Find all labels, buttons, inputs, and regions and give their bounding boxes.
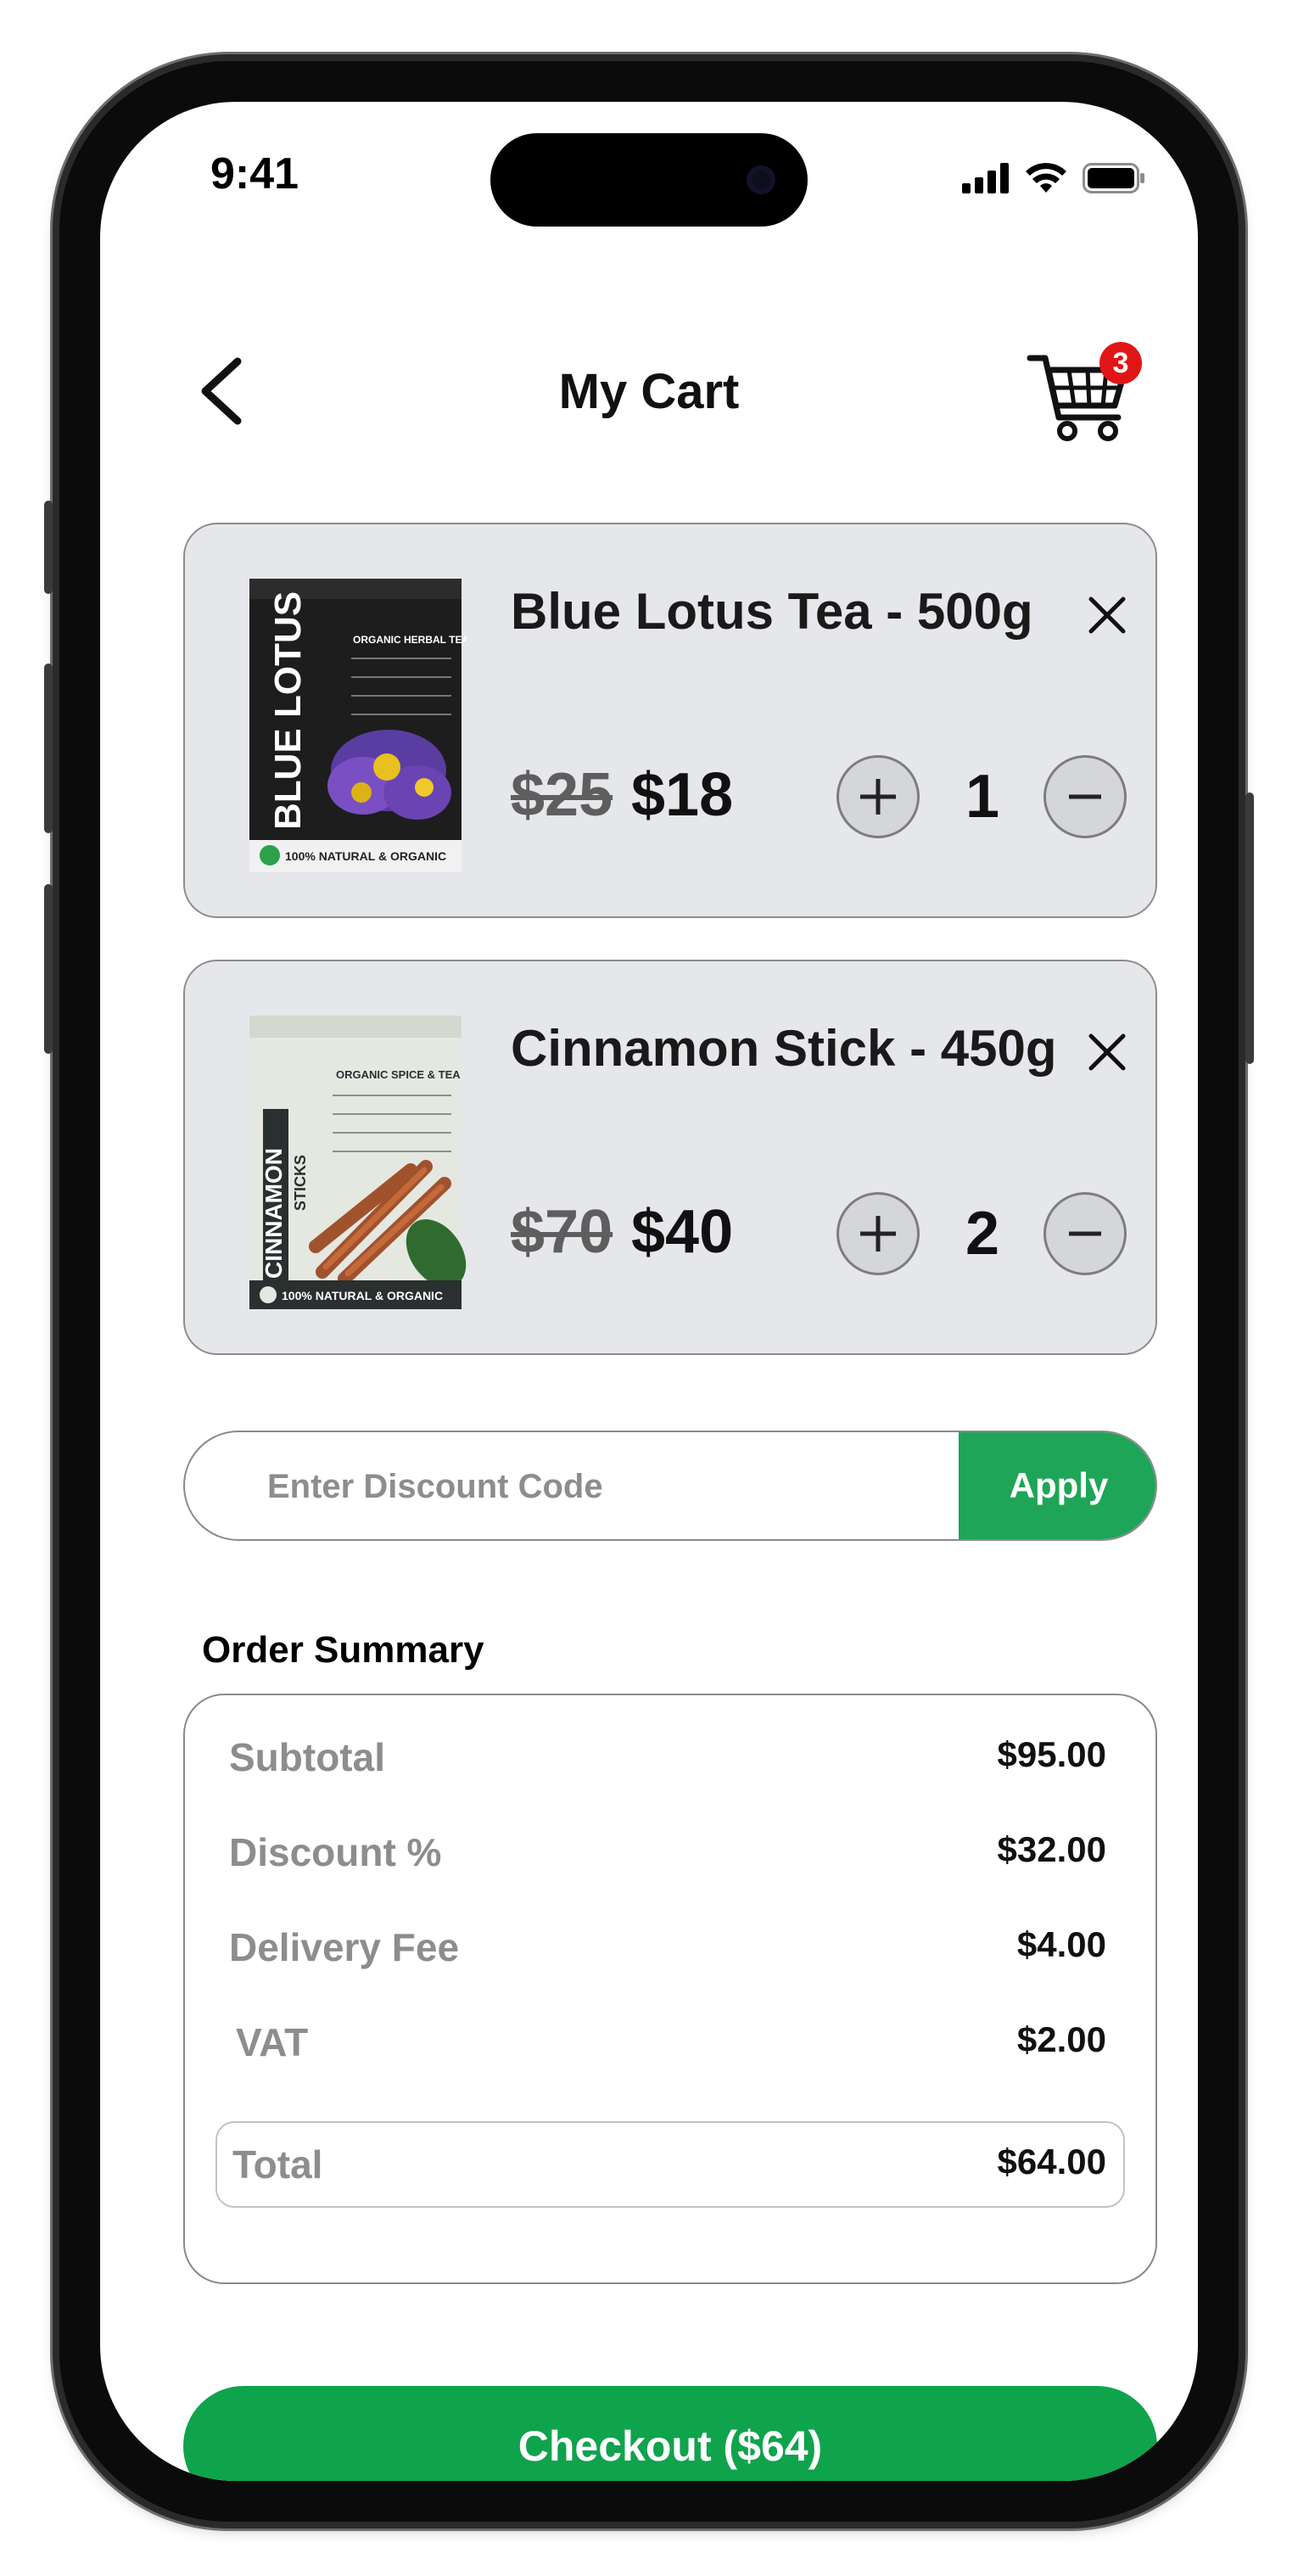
plus-icon xyxy=(860,1216,896,1252)
checkout-button[interactable]: Checkout ($64) xyxy=(183,2386,1157,2481)
close-icon xyxy=(1088,1033,1126,1071)
item-name: Cinnamon Stick - 450g xyxy=(511,1020,1057,1077)
original-price: $25 xyxy=(511,761,613,829)
phone-volume-down-button xyxy=(44,884,53,1054)
increase-quantity-button[interactable] xyxy=(836,1192,920,1275)
cart-count-badge: 3 xyxy=(1099,342,1142,384)
increase-quantity-button[interactable] xyxy=(836,755,920,838)
status-icons xyxy=(962,154,1145,202)
discount-value: $32.00 xyxy=(997,1829,1106,1869)
order-summary-heading: Order Summary xyxy=(202,1629,484,1671)
remove-item-button[interactable] xyxy=(1084,1029,1130,1075)
sale-price: $40 xyxy=(631,1198,734,1266)
battery-icon xyxy=(1083,163,1144,193)
screen: 9:41 My Cart 3 BLUE LOTUS ORGANIC HERBAL… xyxy=(100,102,1198,2481)
phone-volume-up-button xyxy=(44,664,53,833)
remove-item-button[interactable] xyxy=(1084,592,1130,638)
dynamic-island xyxy=(490,133,808,227)
package-brand: CINNAMON xyxy=(260,1148,287,1279)
phone-side-button xyxy=(44,501,53,594)
total-value: $64.00 xyxy=(997,2142,1106,2181)
status-time: 9:41 xyxy=(210,149,299,199)
vat-value: $2.00 xyxy=(1016,2019,1106,2059)
total-label: Total xyxy=(232,2142,323,2187)
sale-price: $18 xyxy=(631,761,734,829)
quantity-value: 1 xyxy=(965,763,1000,831)
signal-icon xyxy=(962,163,1009,193)
package-brand-sub: STICKS xyxy=(292,1155,309,1211)
camera-icon xyxy=(747,165,775,194)
package-brand: BLUE LOTUS xyxy=(267,591,309,830)
minus-icon xyxy=(1069,1231,1101,1236)
cart-item: BLUE LOTUS ORGANIC HERBAL TEA 100% NATUR… xyxy=(183,523,1157,918)
quantity-value: 2 xyxy=(965,1200,1000,1268)
minus-icon xyxy=(1069,794,1101,799)
cart-item: CINNAMON STICKS ORGANIC SPICE & TEA 100%… xyxy=(183,960,1157,1355)
vat-label: VAT xyxy=(236,2020,309,2064)
total-row xyxy=(215,2121,1125,2208)
discount-label: Discount % xyxy=(229,1830,442,1874)
package-headline: ORGANIC HERBAL TEA xyxy=(353,634,467,646)
subtotal-label: Subtotal xyxy=(229,1735,385,1779)
discount-code-input[interactable] xyxy=(266,1432,948,1539)
delivery-fee-value: $4.00 xyxy=(1016,1924,1106,1964)
product-image: BLUE LOTUS ORGANIC HERBAL TEA 100% NATUR… xyxy=(249,579,467,872)
phone-power-button xyxy=(1245,792,1254,1064)
decrease-quantity-button[interactable] xyxy=(1043,1192,1127,1275)
decrease-quantity-button[interactable] xyxy=(1043,755,1127,838)
phone-frame: 9:41 My Cart 3 BLUE LOTUS ORGANIC HERBAL… xyxy=(44,61,1254,2522)
close-icon xyxy=(1088,596,1126,634)
wifi-icon xyxy=(1026,163,1066,193)
subtotal-value: $95.00 xyxy=(997,1734,1106,1774)
original-price: $70 xyxy=(511,1198,613,1266)
delivery-fee-label: Delivery Fee xyxy=(229,1925,460,1969)
package-headline: ORGANIC SPICE & TEA xyxy=(336,1068,461,1081)
apply-discount-button[interactable]: Apply xyxy=(959,1432,1155,1539)
product-image: CINNAMON STICKS ORGANIC SPICE & TEA 100%… xyxy=(249,1016,467,1309)
package-footer: 100% NATURAL & ORGANIC xyxy=(282,1289,443,1302)
discount-code-form: Apply xyxy=(183,1431,1157,1541)
order-summary-card: Subtotal $95.00 Discount % $32.00 Delive… xyxy=(183,1694,1157,2284)
item-name: Blue Lotus Tea - 500g xyxy=(511,583,1033,640)
plus-icon xyxy=(860,779,896,815)
package-footer: 100% NATURAL & ORGANIC xyxy=(285,849,446,863)
